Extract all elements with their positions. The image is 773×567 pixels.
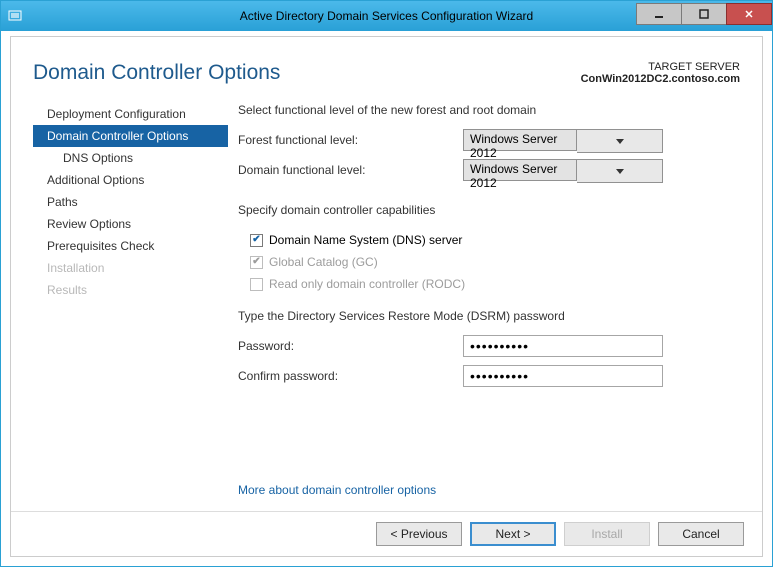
confirm-password-input[interactable] bbox=[463, 365, 663, 387]
dns-checkbox-label: Domain Name System (DNS) server bbox=[269, 233, 462, 247]
password-input[interactable] bbox=[463, 335, 663, 357]
wizard-body: Domain Controller Options TARGET SERVER … bbox=[10, 36, 763, 557]
dsrm-heading: Type the Directory Services Restore Mode… bbox=[238, 309, 734, 323]
target-server-value: ConWin2012DC2.contoso.com bbox=[581, 73, 740, 85]
sidebar-item-results: Results bbox=[33, 279, 228, 301]
gc-checkbox bbox=[250, 256, 263, 269]
titlebar: Active Directory Domain Services Configu… bbox=[1, 1, 772, 31]
install-button: Install bbox=[564, 522, 650, 546]
chevron-down-icon[interactable] bbox=[577, 159, 663, 183]
functional-level-heading: Select functional level of the new fores… bbox=[238, 103, 734, 117]
gc-checkbox-row: Global Catalog (GC) bbox=[250, 255, 734, 269]
forest-level-combo[interactable]: Windows Server 2012 bbox=[463, 129, 663, 151]
confirm-password-label: Confirm password: bbox=[238, 369, 463, 383]
sidebar-item-paths[interactable]: Paths bbox=[33, 191, 228, 213]
sidebar-item-domain-controller-options[interactable]: Domain Controller Options bbox=[33, 125, 228, 147]
main-panel: Select functional level of the new fores… bbox=[228, 93, 740, 511]
sidebar-item-dns-options[interactable]: DNS Options bbox=[33, 147, 228, 169]
wizard-sidebar: Deployment Configuration Domain Controll… bbox=[33, 93, 228, 511]
sidebar-item-installation: Installation bbox=[33, 257, 228, 279]
domain-level-label: Domain functional level: bbox=[238, 163, 463, 177]
gc-checkbox-label: Global Catalog (GC) bbox=[269, 255, 378, 269]
minimize-button[interactable] bbox=[636, 3, 682, 25]
previous-button[interactable]: < Previous bbox=[376, 522, 462, 546]
target-server-label: TARGET SERVER bbox=[581, 61, 740, 73]
more-info-link[interactable]: More about domain controller options bbox=[238, 483, 734, 497]
next-button[interactable]: Next > bbox=[470, 522, 556, 546]
sidebar-item-deployment-configuration[interactable]: Deployment Configuration bbox=[33, 103, 228, 125]
forest-level-label: Forest functional level: bbox=[238, 133, 463, 147]
forest-level-value: Windows Server 2012 bbox=[463, 129, 577, 151]
app-icon bbox=[7, 8, 23, 24]
sidebar-item-additional-options[interactable]: Additional Options bbox=[33, 169, 228, 191]
domain-level-combo[interactable]: Windows Server 2012 bbox=[463, 159, 663, 181]
maximize-button[interactable] bbox=[681, 3, 727, 25]
target-server-box: TARGET SERVER ConWin2012DC2.contoso.com bbox=[581, 61, 740, 85]
capabilities-heading: Specify domain controller capabilities bbox=[238, 203, 734, 217]
cancel-button[interactable]: Cancel bbox=[658, 522, 744, 546]
page-title: Domain Controller Options bbox=[33, 61, 581, 85]
dns-checkbox[interactable] bbox=[250, 234, 263, 247]
header-row: Domain Controller Options TARGET SERVER … bbox=[11, 37, 762, 93]
domain-level-value: Windows Server 2012 bbox=[463, 159, 577, 181]
rodc-checkbox bbox=[250, 278, 263, 291]
password-label: Password: bbox=[238, 339, 463, 353]
wizard-footer: < Previous Next > Install Cancel bbox=[11, 511, 762, 556]
sidebar-item-prerequisites-check[interactable]: Prerequisites Check bbox=[33, 235, 228, 257]
dns-checkbox-row[interactable]: Domain Name System (DNS) server bbox=[250, 233, 734, 247]
chevron-down-icon[interactable] bbox=[577, 129, 663, 153]
rodc-checkbox-label: Read only domain controller (RODC) bbox=[269, 277, 465, 291]
window-controls bbox=[637, 7, 772, 25]
sidebar-item-review-options[interactable]: Review Options bbox=[33, 213, 228, 235]
close-button[interactable] bbox=[726, 3, 772, 25]
rodc-checkbox-row: Read only domain controller (RODC) bbox=[250, 277, 734, 291]
